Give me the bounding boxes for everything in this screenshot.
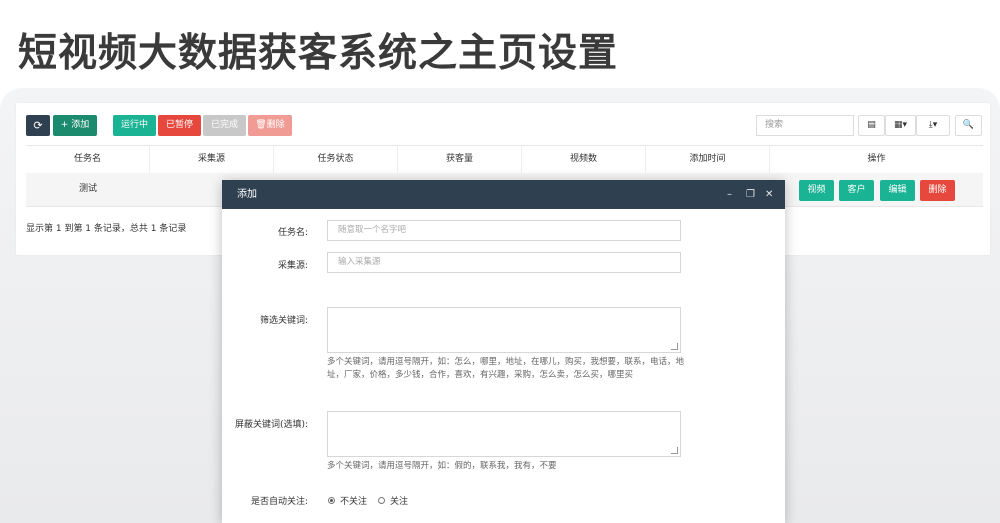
task-name-cell: 测试 [78,184,97,194]
refresh-button[interactable]: ⟳ [26,115,50,136]
column-header[interactable]: 添加时间 [646,146,770,173]
filter-paused-button[interactable]: 已暂停 [158,115,201,136]
search-input[interactable]: 搜索 [756,115,854,136]
search-icon: 🔍 [962,120,975,130]
row-customer-button[interactable]: 客户 [839,180,874,201]
filter-completed-button[interactable]: 已完成 [203,115,246,136]
minimize-icon[interactable]: – [727,180,732,209]
source-input[interactable]: 输入采集源 [327,252,681,273]
columns-button[interactable]: ▦▾ [885,115,916,136]
task-name-label: 任务名: [277,228,308,238]
no-follow-radio[interactable] [328,497,335,504]
block-keywords-label: 屏蔽关键词(选填): [234,420,308,430]
close-icon[interactable]: ✕ [765,180,773,209]
no-follow-label: 不关注 [340,497,368,507]
auto-follow-label: 是否自动关注: [250,497,308,507]
keywords-label: 筛选关键词: [259,316,308,326]
keywords-textarea[interactable] [327,307,681,353]
table-header: 任务名 采集源 任务状态 获客量 视频数 添加时间 操作 [26,145,983,174]
export-button[interactable]: ⤓▾ [916,115,950,136]
column-header: 操作 [867,154,886,164]
pagination-info: 显示第 1 到第 1 条记录，总共 1 条记录 [26,224,187,234]
column-header[interactable]: 采集源 [150,146,274,173]
columns-icon: ▦▾ [893,120,908,130]
add-button[interactable]: + 添加 [53,115,97,136]
delete-button[interactable]: 🗑删除 [248,115,292,136]
search-button[interactable]: 🔍 [955,115,982,136]
maximize-icon[interactable]: ❐ [746,180,755,209]
trash-icon: 🗑 [255,120,267,130]
follow-radio[interactable] [378,497,385,504]
block-keywords-textarea[interactable] [327,411,681,457]
keywords-help: 多个关键词，请用逗号隔开，如：怎么，哪里，地址，在哪儿，购买，我想要，联系，电话… [327,357,685,380]
filter-running-button[interactable]: 运行中 [113,115,156,136]
column-header[interactable]: 获客量 [398,146,522,173]
dialog-title: 添加 [237,189,257,200]
row-video-button[interactable]: 视频 [799,180,834,201]
export-icon: ⤓▾ [928,120,938,130]
row-edit-button[interactable]: 编辑 [880,180,915,201]
add-task-dialog: 添加 – ❐ ✕ 任务名: 随意取一个名字吧 采集源: 输入采集源 筛选关键词:… [222,180,785,523]
task-name-input[interactable]: 随意取一个名字吧 [327,220,681,241]
resize-handle[interactable] [671,343,678,350]
source-label: 采集源: [277,261,308,271]
refresh-icon: ⟳ [33,119,43,132]
page-headline: 短视频大数据获客系统之主页设置 [18,30,619,76]
column-header[interactable]: 任务状态 [274,146,398,173]
block-keywords-help: 多个关键词，请用逗号隔开，如：假的，联系我，我有，不要 [327,461,557,471]
resize-handle[interactable] [671,447,678,454]
delete-label: 删除 [266,120,285,130]
column-header[interactable]: 视频数 [522,146,646,173]
dialog-header: 添加 – ❐ ✕ [222,180,785,209]
table-view-icon: ▤ [867,120,876,130]
column-header[interactable]: 任务名 [26,146,150,173]
follow-label: 关注 [390,497,409,507]
row-delete-button[interactable]: 删除 [920,180,955,201]
table-view-button[interactable]: ▤ [858,115,885,136]
